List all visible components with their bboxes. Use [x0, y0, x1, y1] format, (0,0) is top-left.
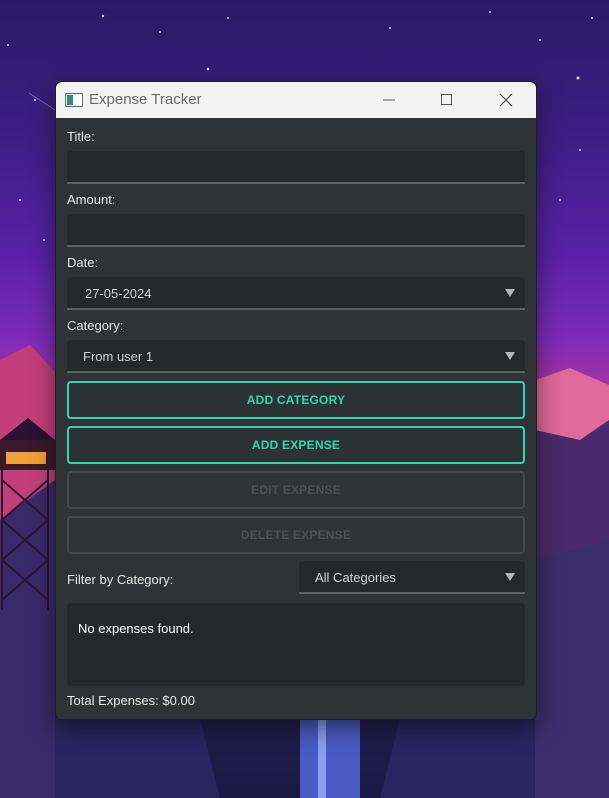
chevron-down-icon: [505, 289, 515, 297]
filter-value: All Categories: [315, 570, 396, 585]
title-label: Title:: [67, 129, 95, 144]
add-category-button[interactable]: ADD CATEGORY: [67, 381, 525, 419]
category-label: Category:: [67, 318, 124, 333]
minimize-icon: [383, 99, 395, 101]
maximize-button[interactable]: [424, 82, 470, 118]
window-app-icon: [65, 93, 83, 107]
date-value: 27-05-2024: [85, 286, 152, 301]
title-input[interactable]: [67, 151, 525, 184]
filter-category-dropdown[interactable]: All Categories: [299, 561, 525, 594]
amount-input[interactable]: [67, 214, 525, 247]
empty-list-message: No expenses found.: [78, 621, 194, 636]
expense-list[interactable]: No expenses found.: [67, 603, 525, 686]
close-button[interactable]: [483, 82, 529, 118]
delete-expense-button[interactable]: DELETE EXPENSE: [67, 516, 525, 554]
filter-label: Filter by Category:: [67, 572, 174, 587]
category-value: From user 1: [83, 349, 154, 364]
expense-tracker-window: Expense Tracker Title: Amount: Date: 27-…: [55, 81, 537, 720]
date-picker[interactable]: 27-05-2024: [67, 277, 525, 310]
chevron-down-icon: [505, 573, 515, 581]
amount-label: Amount:: [67, 192, 116, 207]
add-expense-button[interactable]: ADD EXPENSE: [67, 426, 525, 464]
total-expenses: Total Expenses: $0.00: [67, 693, 195, 708]
category-dropdown[interactable]: From user 1: [67, 340, 525, 373]
date-label: Date:: [67, 255, 99, 270]
close-icon: [499, 93, 513, 107]
window-title: Expense Tracker: [89, 91, 202, 108]
chevron-down-icon: [505, 352, 515, 360]
maximize-icon: [441, 94, 452, 105]
edit-expense-button[interactable]: EDIT EXPENSE: [67, 471, 525, 509]
minimize-button[interactable]: [366, 82, 412, 118]
title-bar[interactable]: Expense Tracker: [56, 82, 536, 118]
